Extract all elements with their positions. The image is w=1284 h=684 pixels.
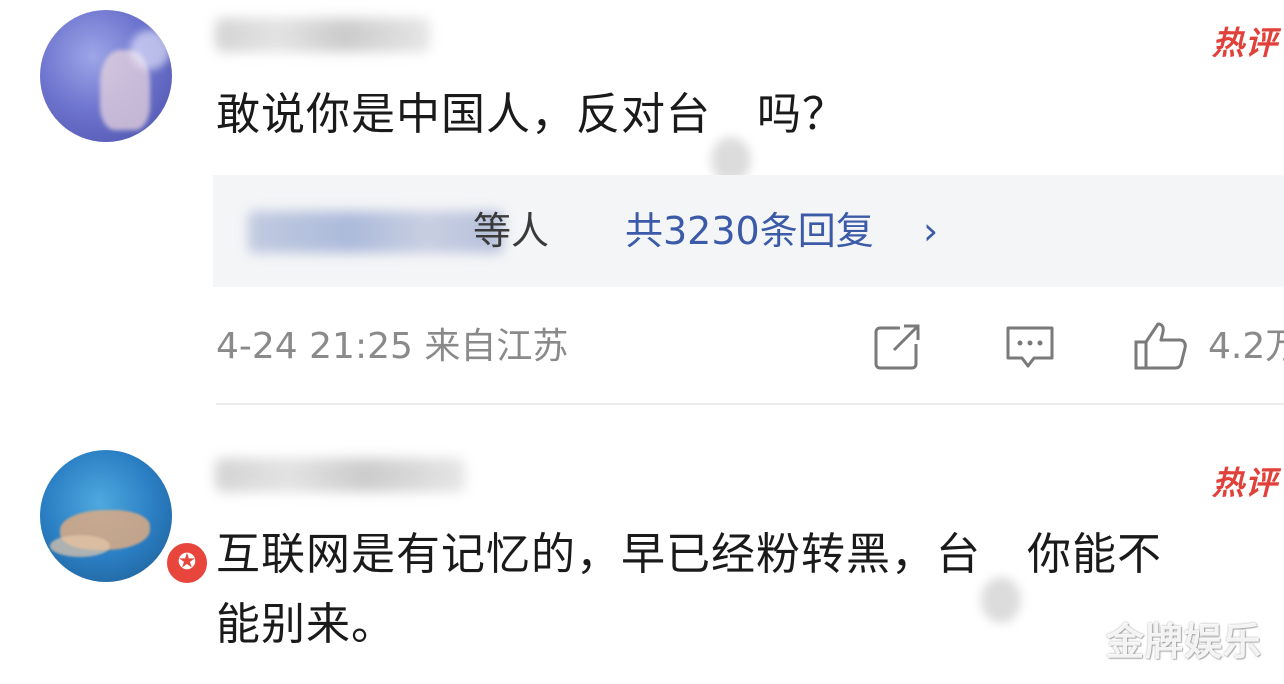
comment-item: ✪ 热评 互联网是有记忆的，早已经粉转黑，台 你能不 能别来。 [0, 440, 1284, 684]
comment-icon[interactable] [1002, 318, 1058, 374]
comment-item: 热评 敢说你是中国人，反对台 吗？ 等人 共3230条回复 › 4-24 21:2… [0, 0, 1284, 405]
location: 来自江苏 [424, 326, 569, 367]
avatar[interactable] [40, 10, 172, 142]
reply-usernames-blurred[interactable] [248, 211, 503, 253]
chevron-right-icon[interactable]: › [923, 203, 938, 259]
comment-text-part2: 吗？ [757, 89, 847, 140]
avatar-highlight [130, 30, 170, 70]
username-blurred[interactable] [215, 18, 430, 52]
comment-text: 互联网是有记忆的，早已经粉转黑，台 你能不 [216, 522, 1162, 623]
comment-text: 敢说你是中国人，反对台 吗？ [216, 82, 847, 183]
share-icon[interactable] [870, 318, 926, 374]
like-count: 4.2万 [1208, 326, 1284, 367]
replies-suffix: 等人 [473, 209, 550, 253]
avatar[interactable]: ✪ [40, 450, 210, 586]
watermark: 金牌娱乐 [1105, 620, 1262, 664]
reply-count-link[interactable]: 共3230条回复 [625, 203, 874, 259]
verified-badge-icon: ✪ [164, 540, 210, 586]
username-blurred[interactable] [215, 458, 465, 492]
thumbs-up-icon[interactable] [1130, 318, 1190, 374]
replies-preview[interactable]: 等人 共3230条回复 › [213, 175, 1284, 287]
hot-comment-label: 热评 [1212, 24, 1279, 58]
avatar-image [40, 450, 172, 582]
avatar-fish [50, 535, 110, 557]
comment-text-part2: 你能不 [1027, 529, 1162, 580]
comment-text-line2: 能别来。 [216, 599, 396, 650]
timestamp: 4-24 21:25 [216, 326, 413, 367]
comment-text-part1: 互联网是有记忆的，早已经粉转黑，台 [216, 529, 981, 580]
hot-comment-label: 热评 [1212, 464, 1279, 498]
comment-meta: 4-24 21:25 来自江苏 [216, 320, 568, 374]
comment-text-part1: 敢说你是中国人，反对台 [216, 89, 711, 140]
divider [216, 403, 1284, 405]
